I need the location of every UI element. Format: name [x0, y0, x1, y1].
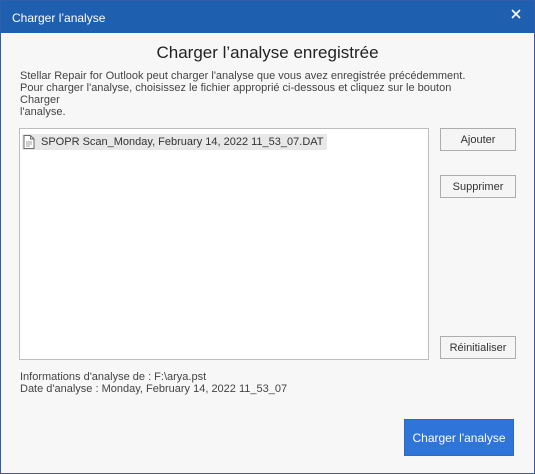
description-line: l'analyse. — [20, 106, 66, 118]
dialog-heading: Charger l’analyse enregistrée — [156, 43, 379, 62]
close-button[interactable] — [504, 3, 528, 25]
scan-info: Informations d'analyse de : F:\arya.pst … — [20, 371, 287, 395]
title-bar: Charger l’analyse — [1, 1, 534, 33]
dialog-content: Charger l’analyse enregistrée Stellar Re… — [1, 33, 534, 473]
description-line: Pour charger l'analyse, choisissez le fi… — [20, 82, 452, 106]
scan-date-info: Date d'analyse : Monday, February 14, 20… — [20, 383, 288, 395]
add-button[interactable]: Ajouter — [440, 128, 516, 151]
reset-button[interactable]: Réinitialiser — [440, 336, 516, 359]
list-item[interactable]: SPOPR Scan_Monday, February 14, 2022 11_… — [22, 134, 327, 150]
file-name: SPOPR Scan_Monday, February 14, 2022 11_… — [41, 136, 324, 148]
scan-source-info: Informations d'analyse de : F:\arya.pst — [20, 371, 207, 383]
document-icon — [23, 134, 37, 150]
description-line: Stellar Repair for Outlook peut charger … — [20, 70, 466, 82]
load-scan-button[interactable]: Charger l'analyse — [404, 419, 514, 456]
close-icon — [511, 9, 521, 19]
remove-button[interactable]: Supprimer — [440, 175, 516, 198]
window-title: Charger l’analyse — [12, 11, 106, 25]
dialog-description: Stellar Repair for Outlook peut charger … — [20, 70, 490, 118]
scan-file-list[interactable]: SPOPR Scan_Monday, February 14, 2022 11_… — [19, 128, 429, 360]
load-scan-dialog: Charger l’analyse Charger l’analyse enre… — [0, 0, 535, 474]
